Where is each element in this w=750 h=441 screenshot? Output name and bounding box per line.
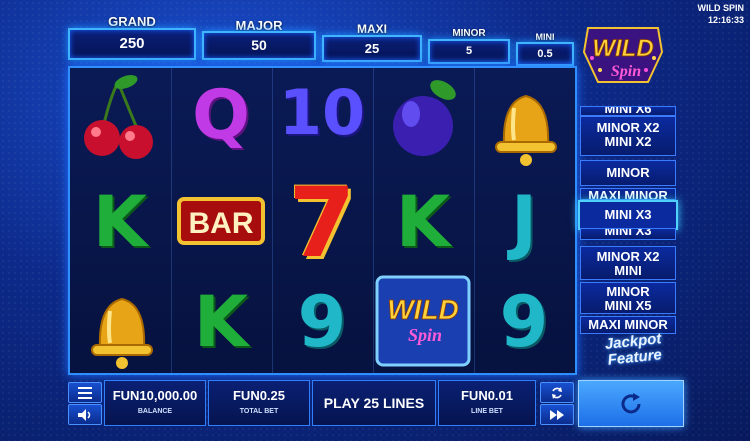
- bar-text: BAR: [189, 207, 254, 240]
- jackpot-maxi-value: 25: [322, 35, 422, 62]
- cherry-symbol: [70, 68, 170, 168]
- bell-symbol: [474, 68, 574, 168]
- game-title: WILD SPIN: [697, 3, 745, 13]
- autoplay-icon: [552, 386, 562, 399]
- clock: 12:16:33: [707, 15, 744, 25]
- logo-spin-text: Spin: [611, 63, 641, 80]
- ladder-item-partial: MINI X6: [580, 106, 676, 116]
- jackpot-minor-value: 5: [428, 39, 510, 64]
- ladder-item-2: MINOR: [580, 160, 676, 186]
- seven-symbol: 7: [288, 167, 356, 279]
- play-lines-button[interactable]: PLAY 25 LINES: [312, 380, 436, 426]
- speaker-icon: [78, 408, 91, 421]
- ladder-item-4: MINI X3: [580, 228, 676, 240]
- spin-icon: [621, 392, 641, 413]
- sound-button[interactable]: [68, 404, 102, 425]
- menu-button[interactable]: [68, 382, 102, 403]
- jackpot-major: MAJOR 50: [202, 18, 316, 60]
- total-bet-value: FUN0.25: [232, 388, 286, 403]
- jackpot-ladder: MINI X6 MINOR X2 MINI X2 MINOR MAXI MINO…: [578, 106, 678, 334]
- ten-symbol: 10: [278, 76, 366, 149]
- wild-spin-logo: WILD Spin: [582, 24, 664, 88]
- bell-symbol: [70, 271, 170, 371]
- k-symbol: K: [92, 181, 148, 263]
- jackpot-grand-label: GRAND: [108, 14, 156, 29]
- reel-area: K Q BAR K 10 7 9 K WILD Spin J 9: [68, 66, 577, 375]
- jackpot-mini: MINI 0.5: [516, 32, 574, 66]
- fast-forward-icon: [550, 409, 564, 420]
- line-bet-panel[interactable]: FUN0.01 LINE BET: [438, 380, 536, 426]
- jackpot-minor-label: MINOR: [452, 28, 486, 39]
- jackpot-maxi: MAXI 25: [322, 22, 422, 62]
- jackpot-maxi-label: MAXI: [357, 22, 387, 36]
- jackpot-minor: MINOR 5: [428, 28, 510, 64]
- turbo-button[interactable]: [540, 404, 574, 425]
- balance-label: BALANCE: [137, 408, 173, 415]
- game-info: WILD SPIN 12:16:33: [698, 2, 745, 26]
- nine-symbol: 9: [499, 281, 549, 363]
- wild-symbol: WILD Spin: [373, 271, 473, 371]
- line-bet-value: FUN0.01: [460, 388, 514, 403]
- ladder-item-5: MINOR X2 MINI: [580, 246, 676, 280]
- total-bet-panel[interactable]: FUN0.25 TOTAL BET: [208, 380, 310, 426]
- jackpot-mini-value: 0.5: [516, 42, 574, 66]
- ladder-item-3: MAXI MINOR: [580, 188, 676, 200]
- bar-symbol: BAR: [171, 171, 271, 271]
- hamburger-icon: [78, 386, 92, 399]
- plum-symbol: [373, 68, 473, 168]
- jackpot-mini-label: MINI: [535, 32, 555, 42]
- wild-symbol-spin: Spin: [408, 325, 442, 345]
- ladder-item-6: MINOR MINI X5: [580, 282, 676, 314]
- jackpot-grand: GRAND 250: [68, 14, 196, 60]
- balance-value: FUN10,000.00: [112, 388, 198, 403]
- logo-wild-text: WILD: [592, 35, 653, 62]
- balance-panel: FUN10,000.00 BALANCE: [104, 380, 206, 426]
- jackpot-major-value: 50: [202, 31, 316, 60]
- wild-symbol-text: WILD: [387, 294, 459, 325]
- ladder-item-1: MINOR X2 MINI X2: [580, 116, 676, 156]
- nine-symbol: 9: [297, 281, 347, 363]
- line-bet-label: LINE BET: [471, 408, 503, 415]
- spin-button[interactable]: [578, 380, 684, 427]
- autoplay-button[interactable]: [540, 382, 574, 403]
- total-bet-label: TOTAL BET: [239, 408, 279, 415]
- k-symbol: K: [193, 281, 249, 363]
- k-symbol: K: [395, 181, 451, 263]
- q-symbol: Q: [192, 76, 250, 155]
- j-symbol: J: [510, 181, 538, 263]
- jackpot-grand-value: 250: [68, 28, 196, 60]
- ladder-item-highlighted: MINI X3: [578, 200, 678, 230]
- play-lines-label: PLAY 25 LINES: [323, 395, 425, 411]
